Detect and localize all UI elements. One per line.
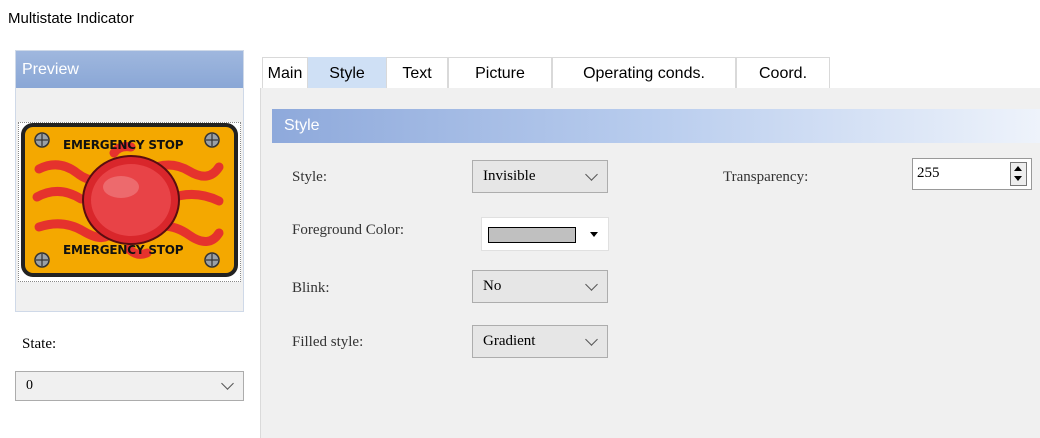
foreground-color-label: Foreground Color: [292, 222, 405, 238]
transparency-spinbox[interactable]: 255 [912, 158, 1032, 190]
spin-up-icon[interactable] [1014, 166, 1022, 171]
transparency-label: Transparency: [723, 169, 809, 185]
style-label: Style: [292, 169, 328, 185]
color-swatch [488, 227, 576, 243]
blink-value: No [483, 278, 502, 294]
caret-down-icon [590, 232, 598, 237]
chevron-down-icon [221, 377, 234, 390]
chevron-down-icon [585, 168, 598, 181]
spin-buttons[interactable] [1010, 162, 1027, 186]
tab-bar: Main Style Text Picture Operating conds.… [262, 57, 830, 88]
chevron-down-icon [585, 333, 598, 346]
tab-text[interactable]: Text [386, 57, 448, 88]
filled-style-dropdown[interactable]: Gradient [472, 325, 608, 358]
preview-header: Preview [16, 51, 243, 88]
preview-image-frame: EMERGENCY STOP EMERGENCY STOP [18, 122, 241, 282]
state-label: State: [22, 336, 57, 352]
style-dropdown[interactable]: Invisible [472, 160, 608, 193]
state-value: 0 [26, 378, 33, 393]
tab-main[interactable]: Main [262, 57, 308, 88]
state-dropdown[interactable]: 0 [15, 371, 244, 401]
tab-style[interactable]: Style [308, 57, 386, 88]
chevron-down-icon [585, 278, 598, 291]
style-value: Invisible [483, 168, 536, 184]
spin-down-icon[interactable] [1014, 176, 1022, 181]
tab-coord[interactable]: Coord. [736, 57, 830, 88]
window-title: Multistate Indicator [8, 10, 134, 27]
image-bottom-text: EMERGENCY STOP [63, 243, 184, 257]
filled-style-label: Filled style: [292, 334, 364, 350]
transparency-value: 255 [917, 165, 940, 181]
foreground-color-picker[interactable] [481, 217, 609, 251]
image-top-text: EMERGENCY STOP [63, 138, 184, 152]
section-header: Style [272, 109, 1040, 143]
blink-dropdown[interactable]: No [472, 270, 608, 303]
blink-label: Blink: [292, 280, 330, 296]
tab-picture[interactable]: Picture [448, 57, 552, 88]
preview-panel: Preview EMERGENCY STOP EMERGENCY STOP [15, 50, 244, 312]
filled-style-value: Gradient [483, 333, 536, 349]
tab-operating-conds[interactable]: Operating conds. [552, 57, 736, 88]
